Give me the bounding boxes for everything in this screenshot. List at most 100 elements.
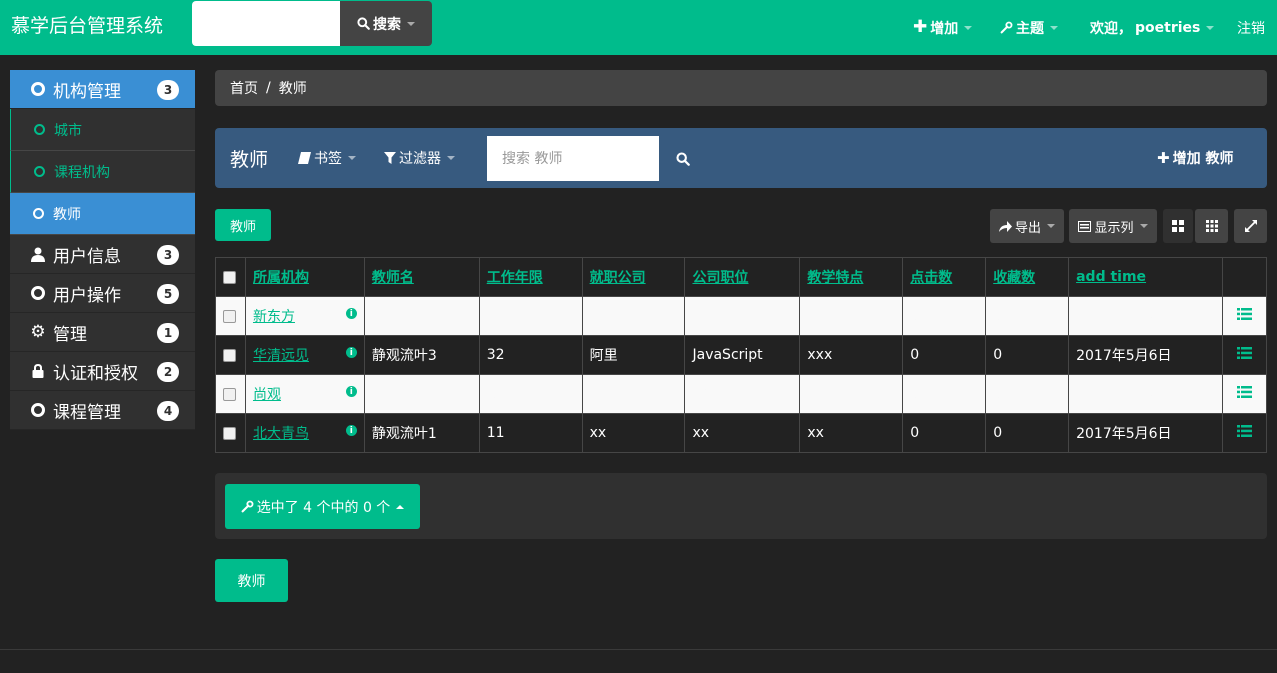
row-checkbox[interactable] bbox=[215, 335, 246, 375]
sidebar-item-user-info[interactable]: 用户信息 3 bbox=[10, 235, 195, 274]
column-header-add-time[interactable]: add time bbox=[1068, 257, 1223, 297]
chevron-down-icon bbox=[1206, 25, 1215, 30]
org-link[interactable]: 北大青鸟 bbox=[253, 426, 309, 442]
info-icon[interactable]: i bbox=[345, 386, 357, 397]
bookmarks-menu[interactable]: 书签 bbox=[298, 148, 356, 168]
sidebar-item-course-management[interactable]: 课程管理 4 bbox=[10, 391, 195, 430]
info-icon[interactable]: i bbox=[345, 347, 357, 358]
column-header-years[interactable]: 工作年限 bbox=[478, 257, 583, 297]
column-header-company[interactable]: 就职公司 bbox=[581, 257, 686, 297]
search-icon[interactable] bbox=[676, 152, 690, 166]
years-cell: 11 bbox=[478, 413, 583, 453]
th-icon bbox=[1205, 220, 1218, 232]
breadcrumb-home[interactable]: 首页 bbox=[230, 78, 258, 98]
sidebar-subitem-course-org[interactable]: 课程机构 bbox=[10, 151, 195, 193]
chevron-down-icon bbox=[407, 21, 415, 26]
nav-add-menu[interactable]: ✚ 增加 bbox=[913, 0, 973, 55]
list-icon[interactable] bbox=[1236, 347, 1252, 359]
column-header-clicks[interactable]: 点击数 bbox=[902, 257, 987, 297]
list-icon[interactable] bbox=[1236, 386, 1252, 398]
select-all-checkbox[interactable] bbox=[215, 257, 246, 297]
sidebar-item-label: 课程管理 bbox=[53, 402, 121, 423]
column-header-position[interactable]: 公司职位 bbox=[684, 257, 801, 297]
nav-search-input[interactable] bbox=[192, 1, 340, 46]
list-icon[interactable] bbox=[1236, 425, 1252, 437]
add-time-cell: 2017年5月6日 bbox=[1068, 335, 1223, 375]
sidebar-item-user-operation[interactable]: 用户操作 5 bbox=[10, 274, 195, 313]
count-badge: 4 bbox=[157, 401, 179, 421]
row-checkbox[interactable] bbox=[215, 374, 246, 414]
company-cell: xx bbox=[581, 413, 686, 453]
feature-cell: xxx bbox=[799, 296, 904, 336]
list-icon[interactable] bbox=[1236, 308, 1252, 320]
plus-icon: ✚ bbox=[1157, 148, 1170, 167]
circle-icon bbox=[30, 285, 46, 301]
count-badge: 1 bbox=[157, 323, 179, 343]
nav-search-label: 搜索 bbox=[373, 16, 401, 33]
fullscreen-button[interactable] bbox=[1234, 209, 1267, 243]
company-cell: 百度 bbox=[581, 374, 686, 414]
chevron-down-icon bbox=[964, 25, 973, 30]
sidebar-item-org-management[interactable]: 机构管理 3 bbox=[10, 70, 195, 109]
column-header-org[interactable]: 所属机构 bbox=[244, 257, 365, 297]
sidebar-subitem-label: 城市 bbox=[54, 122, 82, 139]
top-navbar: 慕学后台管理系统 搜索 ✚ 增加 主题 欢迎， poetries 注销 bbox=[0, 0, 1277, 55]
row-checkbox[interactable] bbox=[215, 413, 246, 453]
circle-icon bbox=[30, 402, 46, 418]
columns-button[interactable]: 显示列 bbox=[1069, 209, 1157, 243]
bookmarks-label: 书签 bbox=[314, 151, 342, 167]
selection-label: 选中了 4 个中的 0 个 bbox=[256, 499, 391, 516]
org-link[interactable]: 新东方 bbox=[253, 309, 295, 325]
sidebar-item-label: 用户信息 bbox=[53, 246, 121, 267]
sidebar-subitem-city[interactable]: 城市 bbox=[10, 109, 195, 151]
layout-large-button[interactable] bbox=[1163, 209, 1193, 243]
sidebar-item-auth[interactable]: 认证和授权 2 bbox=[10, 352, 195, 391]
chevron-down-icon bbox=[348, 156, 356, 160]
sidebar: 机构管理 3 城市 课程机构 教师 用户信息 3 用户操作 5 ⚙ 管理 1 认… bbox=[10, 70, 195, 430]
chevron-down-icon bbox=[1050, 25, 1058, 30]
clicks-cell: 0 bbox=[902, 296, 987, 336]
sidebar-subitem-teacher[interactable]: 教师 bbox=[10, 193, 195, 235]
sidebar-item-label: 认证和授权 bbox=[53, 363, 138, 384]
circle-icon bbox=[30, 206, 46, 222]
app-brand[interactable]: 慕学后台管理系统 bbox=[11, 11, 163, 38]
filter-menu[interactable]: 过滤器 bbox=[384, 148, 455, 168]
nav-search-button[interactable]: 搜索 bbox=[340, 1, 432, 46]
company-cell: Google bbox=[581, 296, 686, 336]
years-cell: 88 bbox=[478, 296, 583, 336]
info-icon[interactable]: i bbox=[345, 425, 357, 436]
info-icon[interactable]: i bbox=[345, 308, 357, 319]
row-actions-cell bbox=[1221, 335, 1268, 375]
table-row: 华清远见 i 静观流叶3 32 阿里 JavaScript xxx 0 0 201… bbox=[215, 335, 1268, 375]
selection-actions-button[interactable]: 选中了 4 个中的 0 个 bbox=[225, 484, 420, 529]
column-header-name[interactable]: 教师名 bbox=[363, 257, 480, 297]
add-teacher-button[interactable]: ✚ 增加 教师 bbox=[1157, 148, 1233, 168]
resize-full-icon bbox=[1244, 220, 1257, 232]
export-button[interactable]: 导出 bbox=[990, 209, 1064, 243]
column-header-feature[interactable]: 教学特点 bbox=[799, 257, 904, 297]
add-time-cell: 2017年5月6日 bbox=[1068, 374, 1223, 414]
clicks-cell: 0 bbox=[902, 335, 987, 375]
logout-link[interactable]: 注销 bbox=[1237, 0, 1265, 55]
org-link[interactable]: 华清远见 bbox=[253, 348, 309, 364]
circle-icon bbox=[31, 122, 47, 138]
model-tag-button[interactable]: 教师 bbox=[215, 209, 271, 241]
layout-grid-button[interactable] bbox=[1195, 209, 1228, 243]
row-checkbox[interactable] bbox=[215, 296, 246, 336]
org-link[interactable]: 尚观 bbox=[253, 387, 281, 403]
list-alt-icon bbox=[1078, 220, 1092, 232]
nav-theme-menu[interactable]: 主题 bbox=[1000, 0, 1058, 55]
sidebar-item-admin[interactable]: ⚙ 管理 1 bbox=[10, 313, 195, 352]
user-icon bbox=[30, 246, 46, 262]
bottom-model-tag[interactable]: 教师 bbox=[215, 559, 288, 602]
book-icon bbox=[298, 152, 311, 164]
column-header-favs[interactable]: 收藏数 bbox=[985, 257, 1070, 297]
nav-add-label: 增加 bbox=[930, 20, 959, 37]
add-teacher-label: 增加 教师 bbox=[1172, 151, 1234, 167]
breadcrumb-separator: / bbox=[266, 80, 271, 96]
favs-cell: 0 bbox=[985, 296, 1070, 336]
feature-cell: xxx bbox=[799, 335, 904, 375]
sidebar-subitem-label: 教师 bbox=[53, 206, 81, 223]
nav-user-menu[interactable]: 欢迎， poetries bbox=[1090, 0, 1215, 55]
teacher-search-input[interactable] bbox=[487, 136, 659, 181]
